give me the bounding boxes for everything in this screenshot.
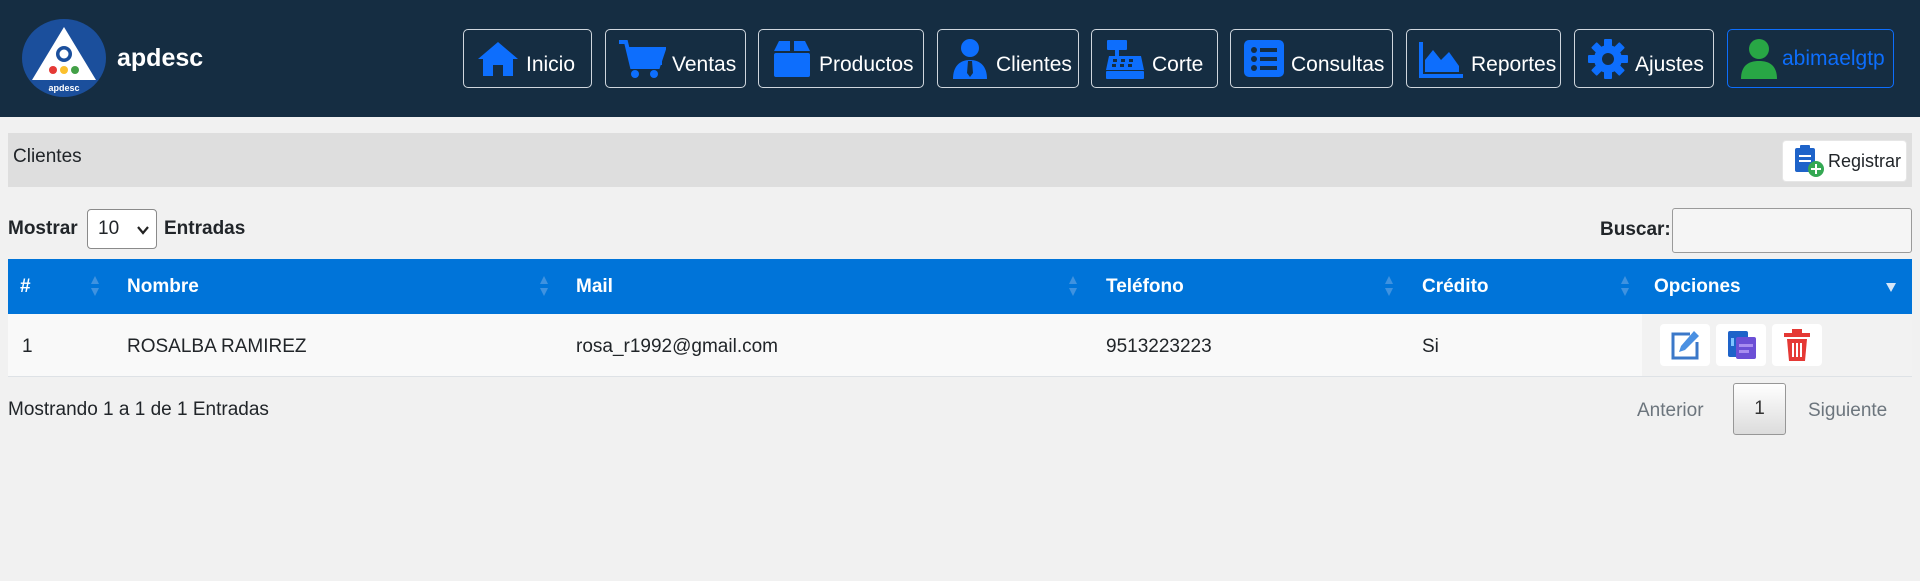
register-label: Registrar — [1828, 150, 1902, 171]
page-size-select[interactable]: 10 — [87, 209, 157, 249]
cell-telefono: 9513223223 — [1106, 336, 1212, 357]
nav-ventas-button[interactable]: Ventas — [605, 29, 746, 88]
cell-credito: Si — [1422, 336, 1439, 357]
list-icon — [1244, 39, 1284, 77]
nav-productos-button[interactable]: Productos — [758, 29, 924, 88]
nav-ajustes-label: Ajustes — [1635, 52, 1704, 76]
box-icon — [774, 40, 810, 77]
apdesc-logo[interactable]: apdesc — [21, 18, 107, 98]
table-header: # Nombre Mail Teléfono Crédito Opciones — [8, 259, 1912, 314]
pagination-next[interactable]: Siguiente — [1808, 400, 1887, 422]
sort-icon — [91, 276, 99, 296]
nav-ventas-label: Ventas — [672, 52, 737, 76]
col-header-telefono[interactable]: Teléfono — [1106, 276, 1184, 298]
cell-mail: rosa_r1992@gmail.com — [576, 336, 778, 357]
chevron-down-icon — [137, 226, 149, 235]
user-name-label: abimaelgtp — [1782, 46, 1885, 70]
edit-icon — [1671, 331, 1699, 360]
sort-icon — [540, 276, 548, 296]
cart-icon — [619, 39, 666, 78]
search-input[interactable] — [1672, 208, 1912, 253]
edit-button[interactable] — [1660, 324, 1710, 366]
cell-opciones — [1642, 314, 1912, 376]
brand-name[interactable]: apdesc — [117, 44, 203, 73]
nav-productos-label: Productos — [819, 52, 914, 76]
sort-icon — [1069, 276, 1077, 296]
top-navbar: apdesc apdesc Inicio Ventas Productos Cl… — [0, 0, 1920, 117]
nav-inicio-label: Inicio — [526, 52, 576, 76]
panel-header: Clientes Registrar — [8, 133, 1912, 187]
nav-consultas-button[interactable]: Consultas — [1230, 29, 1393, 88]
nav-reportes-label: Reportes — [1471, 52, 1557, 76]
pagination-prev[interactable]: Anterior — [1637, 400, 1704, 422]
register-button[interactable]: Registrar — [1782, 140, 1907, 182]
nav-clientes-label: Clientes — [996, 52, 1072, 76]
pagination-page-1[interactable]: 1 — [1733, 383, 1786, 435]
nav-reportes-button[interactable]: Reportes — [1406, 29, 1561, 88]
credit-card-icon — [1728, 331, 1756, 359]
cash-register-icon — [1106, 39, 1144, 79]
delete-button[interactable] — [1772, 324, 1822, 366]
cell-nombre: ROSALBA RAMIREZ — [127, 336, 307, 357]
nav-corte-button[interactable]: Corte — [1091, 29, 1218, 88]
entries-label: Entradas — [164, 218, 246, 239]
col-header-credito[interactable]: Crédito — [1422, 276, 1489, 298]
home-icon — [478, 41, 518, 76]
sort-desc-icon — [1886, 283, 1896, 292]
nav-consultas-label: Consultas — [1291, 52, 1385, 76]
sort-icon — [1621, 276, 1629, 296]
cell-num: 1 — [22, 336, 33, 357]
sort-icon — [1385, 276, 1393, 296]
nav-inicio-button[interactable]: Inicio — [463, 29, 592, 88]
area-chart-icon — [1419, 41, 1463, 78]
table-info: Mostrando 1 a 1 de 1 Entradas — [8, 399, 269, 420]
col-header-nombre[interactable]: Nombre — [127, 276, 199, 298]
show-entries-label: Mostrar — [8, 218, 78, 239]
svg-text:apdesc: apdesc — [48, 83, 79, 93]
gear-icon — [1588, 38, 1628, 79]
col-header-mail[interactable]: Mail — [576, 276, 613, 298]
page-size-value: 10 — [98, 218, 120, 239]
col-header-num[interactable]: # — [20, 276, 31, 298]
user-menu-button[interactable]: abimaelgtp — [1727, 29, 1894, 88]
page-title: Clientes — [13, 146, 82, 167]
search-label: Buscar: — [1600, 219, 1671, 240]
trash-icon — [1784, 329, 1810, 361]
user-tie-icon — [953, 38, 987, 79]
nav-clientes-button[interactable]: Clientes — [937, 29, 1079, 88]
add-clipboard-icon — [1795, 145, 1824, 177]
nav-corte-label: Corte — [1152, 52, 1204, 76]
col-header-opciones[interactable]: Opciones — [1654, 276, 1741, 298]
user-icon — [1741, 38, 1777, 79]
nav-ajustes-button[interactable]: Ajustes — [1574, 29, 1714, 88]
credit-button[interactable] — [1716, 324, 1766, 366]
table-row: 1 ROSALBA RAMIREZ rosa_r1992@gmail.com 9… — [8, 314, 1912, 377]
